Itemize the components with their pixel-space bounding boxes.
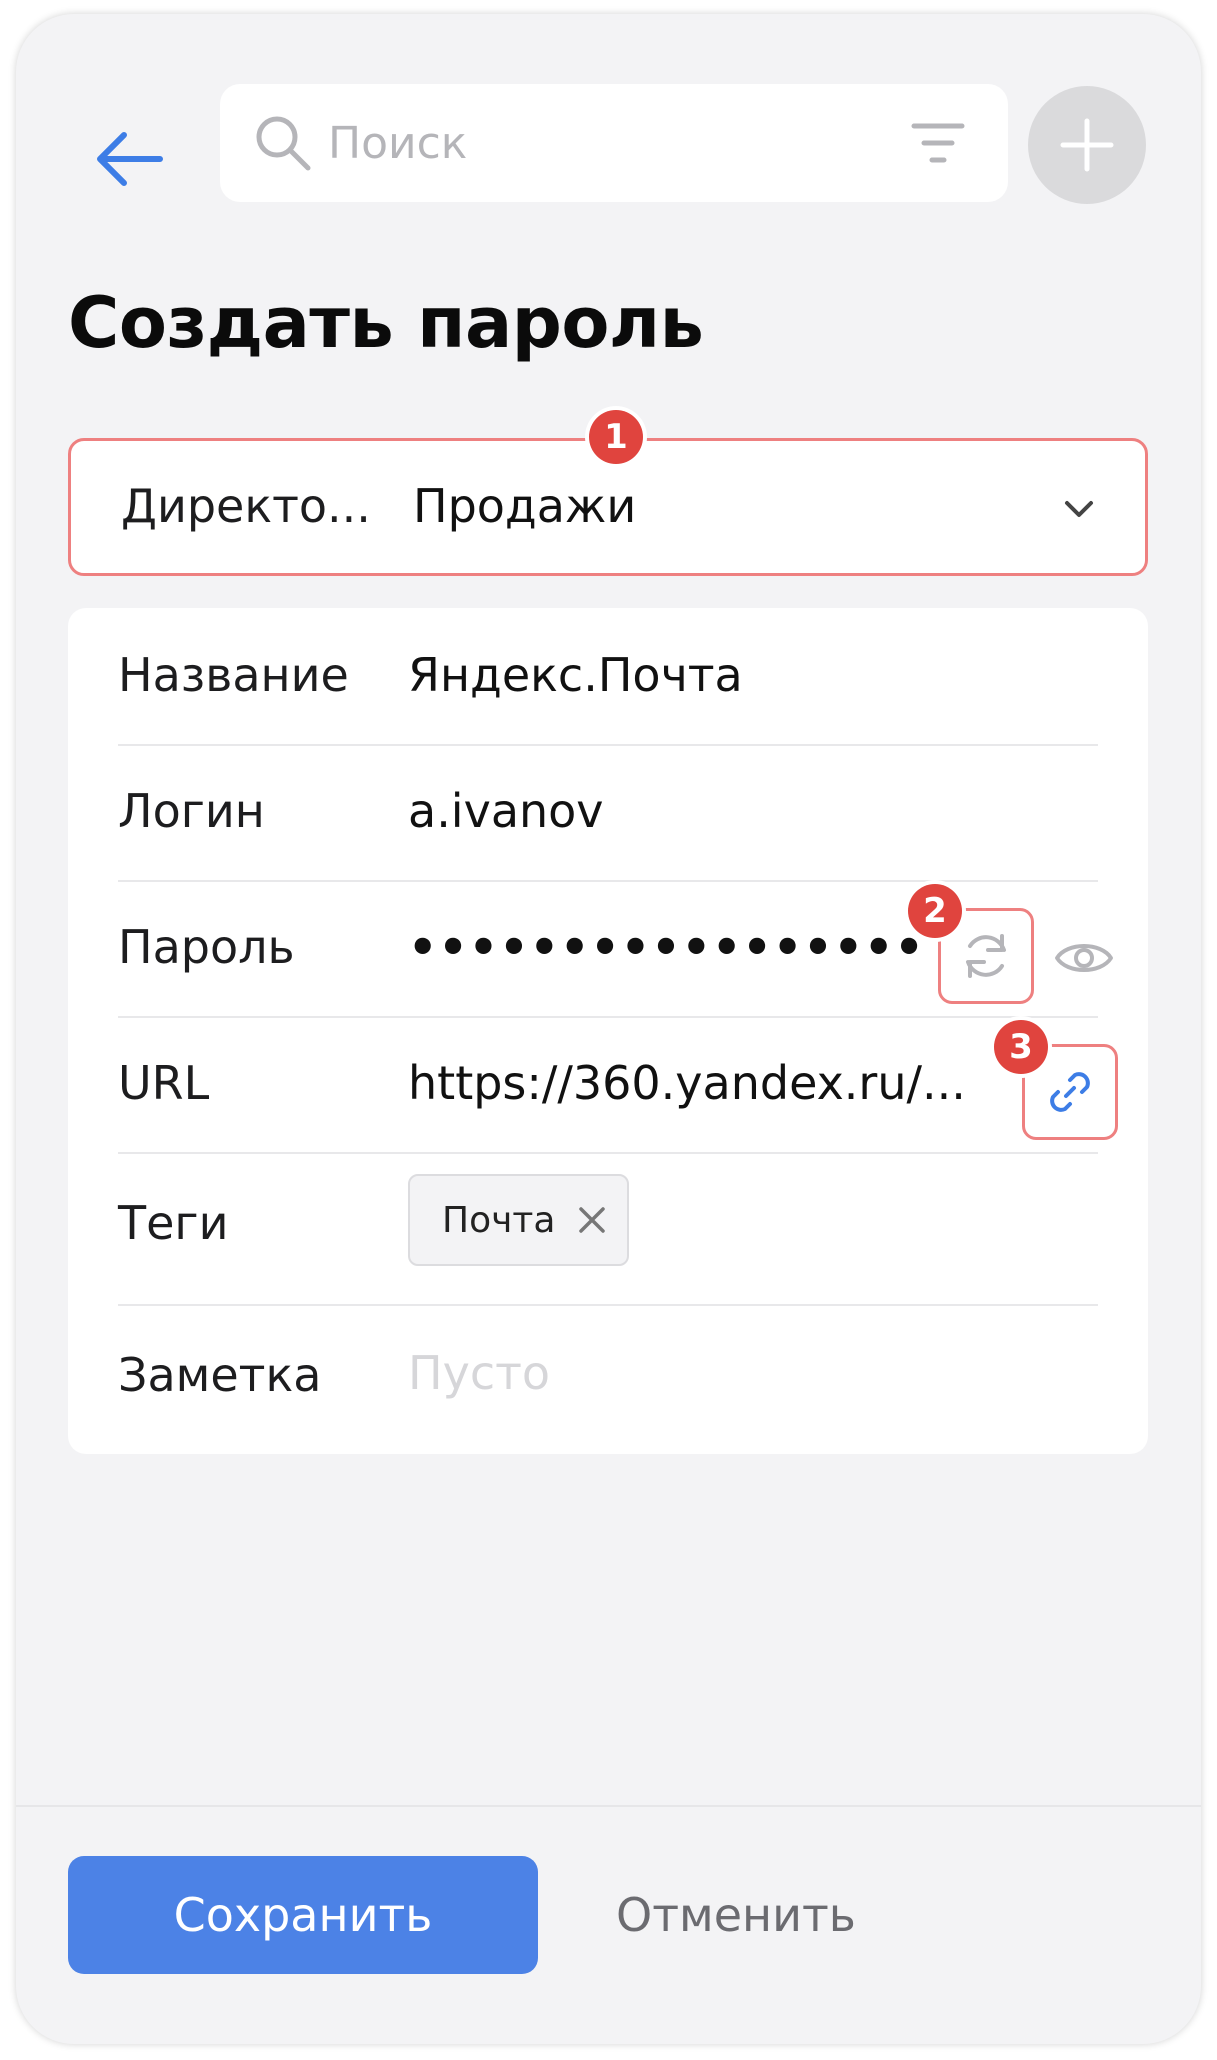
close-icon[interactable] bbox=[575, 1203, 609, 1237]
add-button[interactable] bbox=[1028, 86, 1146, 204]
divider bbox=[118, 1016, 1098, 1018]
directory-value: Продажи bbox=[413, 479, 637, 533]
back-arrow-icon bbox=[97, 132, 163, 186]
password-label: Пароль bbox=[118, 920, 295, 974]
show-password-button[interactable] bbox=[1046, 920, 1122, 996]
name-value[interactable]: Яндекс.Почта bbox=[408, 648, 743, 702]
search-bar bbox=[220, 84, 1008, 202]
annotation-badge-2: 2 bbox=[908, 884, 962, 938]
tags-label: Теги bbox=[118, 1196, 229, 1250]
save-button[interactable]: Сохранить bbox=[68, 1856, 538, 1974]
tag-chip[interactable]: Почта bbox=[408, 1174, 630, 1266]
note-label: Заметка bbox=[118, 1348, 322, 1402]
plus-icon bbox=[1060, 118, 1114, 172]
divider bbox=[118, 1304, 1098, 1306]
login-value[interactable]: a.ivanov bbox=[408, 784, 604, 838]
link-icon bbox=[1050, 1072, 1090, 1112]
filter-icon[interactable] bbox=[908, 116, 968, 170]
password-value[interactable]: ••••••••••••••••• bbox=[408, 920, 925, 974]
page-title: Создать пароль bbox=[68, 282, 704, 364]
password-form: Название Яндекс.Почта Логин a.ivanov Пар… bbox=[68, 608, 1148, 1454]
cancel-button[interactable]: Отменить bbox=[616, 1856, 916, 1974]
back-button[interactable] bbox=[84, 114, 174, 204]
refresh-icon bbox=[966, 934, 1006, 978]
divider bbox=[118, 744, 1098, 746]
search-icon bbox=[256, 116, 311, 171]
chevron-down-icon bbox=[1065, 501, 1093, 517]
annotation-badge-3: 3 bbox=[994, 1020, 1048, 1074]
annotation-badge-1: 1 bbox=[589, 410, 643, 464]
divider bbox=[118, 880, 1098, 882]
url-link[interactable]: https://360.yandex.ru/... bbox=[408, 1056, 966, 1110]
search-input[interactable] bbox=[328, 110, 888, 176]
login-label: Логин bbox=[118, 784, 265, 838]
name-label: Название bbox=[118, 648, 349, 702]
footer-divider bbox=[16, 1805, 1201, 1807]
directory-label: Директо... bbox=[121, 479, 371, 533]
tag-text: Почта bbox=[442, 1199, 556, 1241]
eye-icon bbox=[1055, 944, 1113, 972]
note-input[interactable] bbox=[408, 1340, 1048, 1406]
divider bbox=[118, 1152, 1098, 1154]
url-label: URL bbox=[118, 1056, 210, 1110]
create-password-panel: Создать пароль Директо... Продажи 1 Назв… bbox=[16, 14, 1201, 2044]
